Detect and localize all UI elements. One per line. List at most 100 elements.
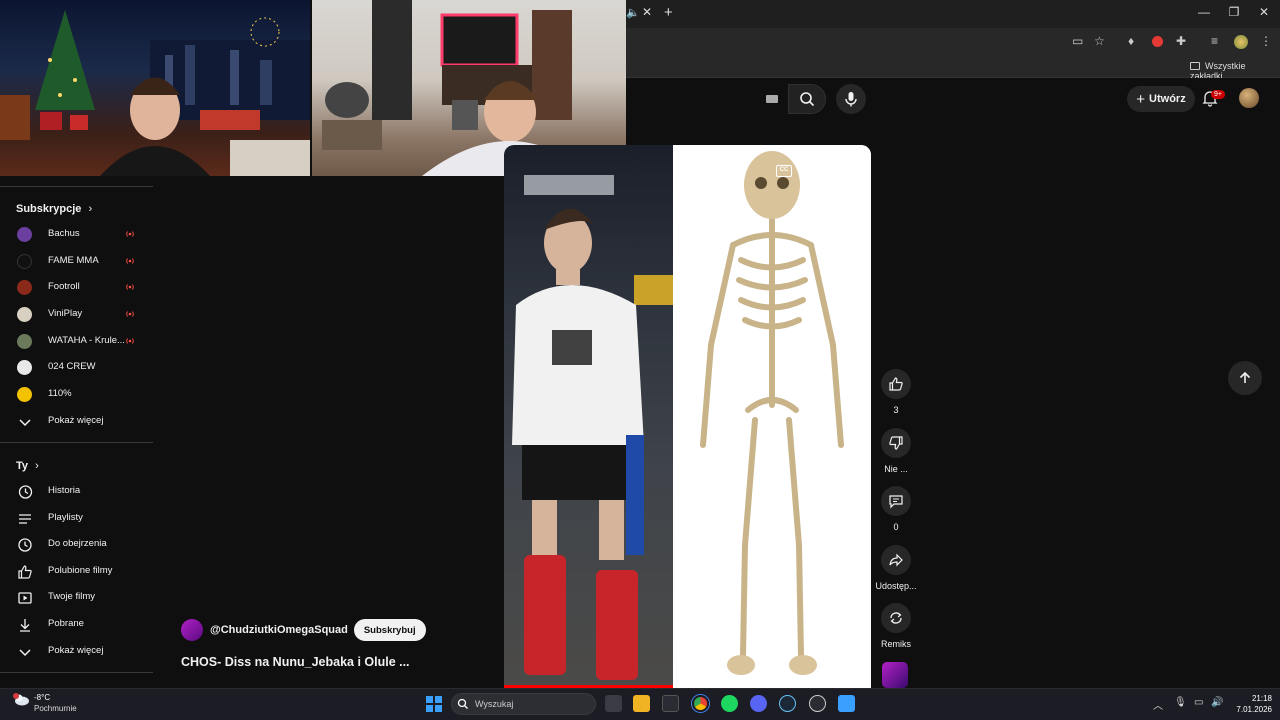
chrome-icon[interactable] bbox=[692, 695, 709, 712]
sidebar-item-label: Do obejrzenia bbox=[48, 538, 107, 549]
tab-audio-icon[interactable]: 🔈 bbox=[626, 6, 640, 19]
short-title[interactable]: CHOS- Diss na Nunu_Jebaka i Olule ... bbox=[181, 655, 410, 669]
sidebar-item-your-videos[interactable]: Twoje filmy bbox=[0, 586, 153, 610]
channel-row: @ChudziutkiOmegaSquad Subskrybuj bbox=[181, 618, 426, 642]
channel-avatar bbox=[17, 280, 32, 295]
sidebar-item-downloads[interactable]: Pobrane bbox=[0, 613, 153, 637]
captions-button[interactable]: CC bbox=[776, 165, 792, 177]
clock-date: 7.01.2026 bbox=[1236, 705, 1272, 714]
folder-icon bbox=[1190, 62, 1200, 70]
download-icon bbox=[20, 619, 30, 632]
channel-avatar[interactable] bbox=[181, 619, 203, 641]
obs-icon[interactable] bbox=[809, 695, 826, 712]
tray-volume-icon[interactable]: 🔊 bbox=[1211, 697, 1223, 708]
sidebar-item-label: Bachus bbox=[48, 228, 80, 239]
spotify-icon[interactable] bbox=[721, 695, 738, 712]
thumbs-up-icon bbox=[889, 377, 903, 391]
search-button[interactable] bbox=[788, 84, 826, 114]
new-tab-icon[interactable]: + bbox=[664, 4, 673, 21]
taskbar-clock[interactable]: 21:18 7.01.2026 bbox=[1228, 693, 1272, 715]
tray-mic-icon[interactable]: 🎙 bbox=[1174, 697, 1187, 708]
chevron-right-icon: › bbox=[35, 460, 39, 472]
sidebar-item-label: ViniPlay bbox=[48, 308, 83, 319]
sidebar-item-viniplay[interactable]: ViniPlay bbox=[0, 303, 153, 327]
sidebar-item-110[interactable]: 110% bbox=[0, 383, 153, 407]
close-window-icon[interactable]: ✕ bbox=[1254, 5, 1274, 19]
sidebar-item-playlists[interactable]: Playlisty bbox=[0, 507, 153, 531]
sidebar-item-label: Historia bbox=[48, 485, 81, 496]
bookmark-star-icon[interactable]: ☆ bbox=[1094, 34, 1105, 48]
extension-icon[interactable]: ♦ bbox=[1128, 34, 1134, 48]
sidebar-item-label: Twoje filmy bbox=[48, 591, 95, 602]
extension-red-icon[interactable] bbox=[1152, 36, 1163, 47]
arrow-up-icon bbox=[1239, 371, 1251, 383]
sidebar-item-fame-mma[interactable]: FAME MMA bbox=[0, 250, 153, 274]
search-icon bbox=[800, 92, 815, 107]
create-button[interactable]: + Utwórz bbox=[1127, 86, 1195, 112]
account-avatar[interactable] bbox=[1239, 88, 1259, 108]
fullscreen-icon[interactable] bbox=[840, 164, 854, 178]
browser-menu-icon[interactable]: ⋮ bbox=[1260, 34, 1272, 48]
sidebar-item-watch-later[interactable]: Do obejrzenia bbox=[0, 533, 153, 557]
puzzle-icon[interactable]: ✚ bbox=[1176, 34, 1186, 48]
tab-close-icon[interactable]: ✕ bbox=[642, 5, 652, 19]
sidebar-item-label: FAME MMA bbox=[48, 255, 99, 266]
thumbs-down-icon bbox=[889, 436, 903, 450]
channel-avatar bbox=[17, 227, 32, 242]
show-more-subscriptions[interactable]: Pokaż więcej bbox=[0, 410, 153, 434]
sidebar-item-footroll[interactable]: Footroll bbox=[0, 276, 153, 300]
store-icon[interactable] bbox=[662, 695, 679, 712]
dislike-button[interactable] bbox=[881, 428, 911, 458]
subscriptions-heading[interactable]: Subskrypcje › bbox=[16, 203, 92, 215]
live-icon bbox=[126, 258, 134, 264]
like-button[interactable] bbox=[881, 369, 911, 399]
channel-name[interactable]: @ChudziutkiOmegaSquad bbox=[210, 624, 348, 636]
clock-time: 21:18 bbox=[1251, 694, 1272, 703]
sidebar-item-bachus[interactable]: Bachus bbox=[0, 223, 153, 247]
remix-button[interactable] bbox=[881, 603, 911, 633]
more-options-icon[interactable]: ⋮ bbox=[812, 163, 824, 177]
cast-icon[interactable]: ▭ bbox=[1072, 34, 1083, 48]
tray-chevron-up-icon[interactable]: ︿ bbox=[1153, 697, 1163, 712]
webcam-left-scene bbox=[0, 10, 310, 176]
minimize-icon[interactable]: — bbox=[1194, 5, 1214, 19]
keyboard-icon[interactable] bbox=[766, 95, 778, 103]
sidebar-item-liked[interactable]: Polubione filmy bbox=[0, 560, 153, 584]
sound-thumbnail[interactable] bbox=[882, 662, 908, 688]
notification-count-badge: 9+ bbox=[1211, 90, 1225, 99]
share-icon bbox=[889, 553, 903, 567]
plus-icon: + bbox=[1136, 90, 1146, 108]
share-button[interactable] bbox=[881, 545, 911, 575]
sidebar-item-label: 024 CREW bbox=[48, 361, 96, 372]
short-video-player[interactable] bbox=[504, 145, 871, 688]
sidebar-item-wataha[interactable]: WATAHA - Krule... bbox=[0, 330, 153, 354]
subscriptions-heading-label: Subskrypcje bbox=[16, 203, 82, 215]
you-heading-label: Ty bbox=[16, 460, 29, 472]
you-heading[interactable]: Ty › bbox=[16, 460, 39, 472]
show-more-you[interactable]: Pokaż więcej bbox=[0, 640, 153, 664]
media-control-icon[interactable]: ≡ bbox=[1211, 34, 1218, 48]
live-icon bbox=[126, 284, 134, 290]
scroll-up-button[interactable] bbox=[1228, 361, 1262, 395]
video-frame-skeleton bbox=[673, 145, 871, 688]
taskbar-search-box[interactable] bbox=[451, 693, 596, 715]
cloud-icon[interactable] bbox=[12, 692, 30, 706]
chevron-down-icon bbox=[19, 419, 31, 427]
sidebar-item-024-crew[interactable]: 024 CREW bbox=[0, 356, 153, 380]
browser-profile-icon[interactable] bbox=[1234, 35, 1248, 49]
tray-network-icon[interactable]: ▭ bbox=[1194, 697, 1203, 708]
discord-icon[interactable] bbox=[750, 695, 767, 712]
steam-icon[interactable] bbox=[779, 695, 796, 712]
your-videos-icon bbox=[18, 592, 32, 604]
comments-button[interactable] bbox=[881, 486, 911, 516]
subscribe-button[interactable]: Subskrybuj bbox=[353, 619, 426, 641]
app-icon[interactable] bbox=[838, 695, 855, 712]
voice-search-button[interactable] bbox=[836, 84, 866, 114]
windows-start-icon[interactable] bbox=[426, 696, 442, 712]
chevron-down-icon bbox=[19, 649, 31, 657]
sidebar-item-history[interactable]: Historia bbox=[0, 480, 153, 504]
task-view-icon[interactable] bbox=[605, 695, 622, 712]
file-explorer-icon[interactable] bbox=[633, 695, 650, 712]
channel-avatar bbox=[17, 307, 32, 322]
restore-icon[interactable]: ❐ bbox=[1224, 5, 1244, 19]
